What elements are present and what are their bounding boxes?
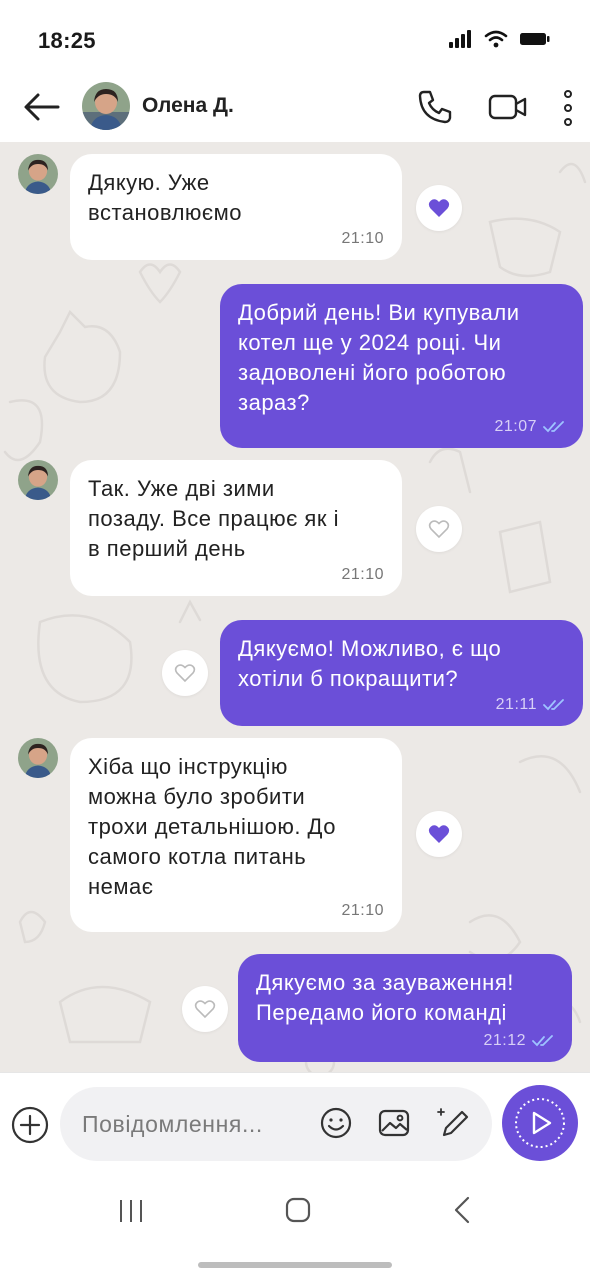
message-input[interactable]: Повідомлення...: [60, 1087, 492, 1161]
heart-outline-icon: [194, 1000, 216, 1019]
emoji-icon: [320, 1107, 352, 1139]
message-avatar[interactable]: [18, 154, 58, 194]
send-icon: [515, 1098, 565, 1148]
message-bubble-outgoing[interactable]: Добрий день! Ви купували котел ще у 2024…: [220, 284, 583, 448]
message-text-line: Дякуємо! Можливо, є що: [238, 636, 502, 661]
message-time: 21:10: [341, 566, 384, 583]
chat-area[interactable]: Дякую. Уже встановлюємо 21:10 Добрий ден…: [0, 142, 590, 1072]
message-text-line: самого котла питань: [88, 844, 307, 869]
message-text-line: Хіба що інструкцію: [88, 754, 288, 779]
heart-outline-icon: [174, 664, 196, 683]
attach-button[interactable]: [10, 1105, 50, 1145]
message-text-line: Дякую. Уже: [88, 170, 210, 195]
heart-filled-icon: [428, 825, 450, 843]
avatar-image: [18, 738, 58, 778]
message-text-line: немає: [88, 874, 154, 899]
gallery-icon: [378, 1109, 410, 1137]
status-bar: 18:25: [0, 0, 590, 80]
reaction-button[interactable]: [416, 506, 462, 552]
voice-call-button[interactable]: [416, 88, 454, 126]
phone-icon: [418, 90, 452, 124]
emoji-button[interactable]: [318, 1105, 354, 1141]
heart-filled-icon: [428, 199, 450, 217]
message-text-line: Так. Уже дві зими: [88, 476, 275, 501]
draw-icon: [437, 1108, 469, 1137]
reaction-button[interactable]: [162, 650, 208, 696]
back-button[interactable]: [22, 90, 62, 124]
draw-button[interactable]: [436, 1103, 472, 1141]
chat-header: Олена Д.: [0, 72, 590, 142]
read-ticks-icon: [532, 1034, 553, 1047]
recent-apps-icon: [120, 1200, 142, 1222]
contact-name[interactable]: Олена Д.: [142, 94, 234, 118]
message-bubble-incoming[interactable]: Хіба що інструкцію можна було зробити тр…: [70, 738, 402, 932]
message-avatar[interactable]: [18, 460, 58, 500]
home-icon: [285, 1197, 311, 1223]
avatar-image: [18, 460, 58, 500]
more-vertical-icon: [564, 90, 572, 126]
message-text-line: можна було зробити: [88, 784, 306, 809]
home-button[interactable]: [284, 1196, 312, 1224]
message-text-line: трохи детальнішою. До: [88, 814, 336, 839]
message-bubble-outgoing[interactable]: Дякуємо! Можливо, є що хотіли б покращит…: [220, 620, 583, 726]
system-nav-bar: [0, 1180, 590, 1280]
message-time-text: 21:11: [495, 696, 537, 713]
message-time: 21:11: [496, 696, 567, 714]
reaction-button[interactable]: [416, 185, 462, 231]
reaction-button[interactable]: [416, 811, 462, 857]
home-indicator[interactable]: [198, 1262, 392, 1268]
status-icons: [448, 30, 550, 48]
message-text-line: задоволені його роботою: [238, 360, 507, 385]
message-text-line: Добрий день! Ви купували: [238, 300, 520, 325]
message-bubble-incoming[interactable]: Так. Уже дві зими позаду. Все працює як …: [70, 460, 402, 596]
message-text-line: в перший день: [88, 536, 246, 561]
reaction-button[interactable]: [182, 986, 228, 1032]
video-call-button[interactable]: [488, 90, 528, 124]
nav-back-button[interactable]: [452, 1196, 472, 1224]
more-options-button[interactable]: [558, 88, 578, 128]
message-time: 21:07: [494, 418, 567, 436]
contact-avatar[interactable]: [82, 82, 130, 130]
message-text-line: котел ще у 2024 році. Чи: [238, 330, 502, 355]
battery-icon: [520, 33, 550, 45]
message-text-line: зараз?: [238, 390, 310, 415]
gallery-button[interactable]: [376, 1105, 412, 1141]
avatar-image: [82, 82, 130, 130]
message-text-line: хотіли б покращити?: [238, 666, 459, 691]
message-text-line: Дякуємо за зауваження!: [256, 970, 514, 995]
video-camera-icon: [488, 94, 527, 120]
back-icon: [454, 1196, 470, 1224]
plus-icon: [11, 1106, 49, 1144]
message-avatar[interactable]: [18, 738, 58, 778]
message-time: 21:10: [341, 902, 384, 919]
message-bubble-incoming[interactable]: Дякую. Уже встановлюємо 21:10: [70, 154, 402, 260]
message-time-text: 21:12: [483, 1032, 526, 1049]
read-ticks-icon: [543, 420, 564, 433]
message-text-line: встановлюємо: [88, 200, 242, 225]
message-input-bar: Повідомлення...: [0, 1072, 590, 1180]
message-text-line: Передамо його команді: [256, 1000, 507, 1025]
message-time-text: 21:07: [494, 418, 537, 435]
avatar-image: [18, 154, 58, 194]
status-time: 18:25: [38, 28, 96, 53]
back-arrow-icon: [24, 93, 60, 121]
send-button[interactable]: [502, 1085, 578, 1161]
message-input-placeholder: Повідомлення...: [82, 1111, 263, 1137]
message-time: 21:10: [341, 230, 384, 247]
signal-icon: [449, 30, 471, 48]
message-time: 21:12: [483, 1032, 556, 1050]
wifi-icon: [484, 30, 508, 48]
heart-outline-icon: [428, 520, 450, 539]
recent-apps-button[interactable]: [118, 1198, 144, 1224]
chat-background-pattern: [3, 162, 587, 1072]
message-bubble-outgoing[interactable]: Дякуємо за зауваження! Передамо його ком…: [238, 954, 572, 1062]
read-ticks-icon: [543, 698, 564, 711]
message-text-line: позаду. Все працює як і: [88, 506, 339, 531]
